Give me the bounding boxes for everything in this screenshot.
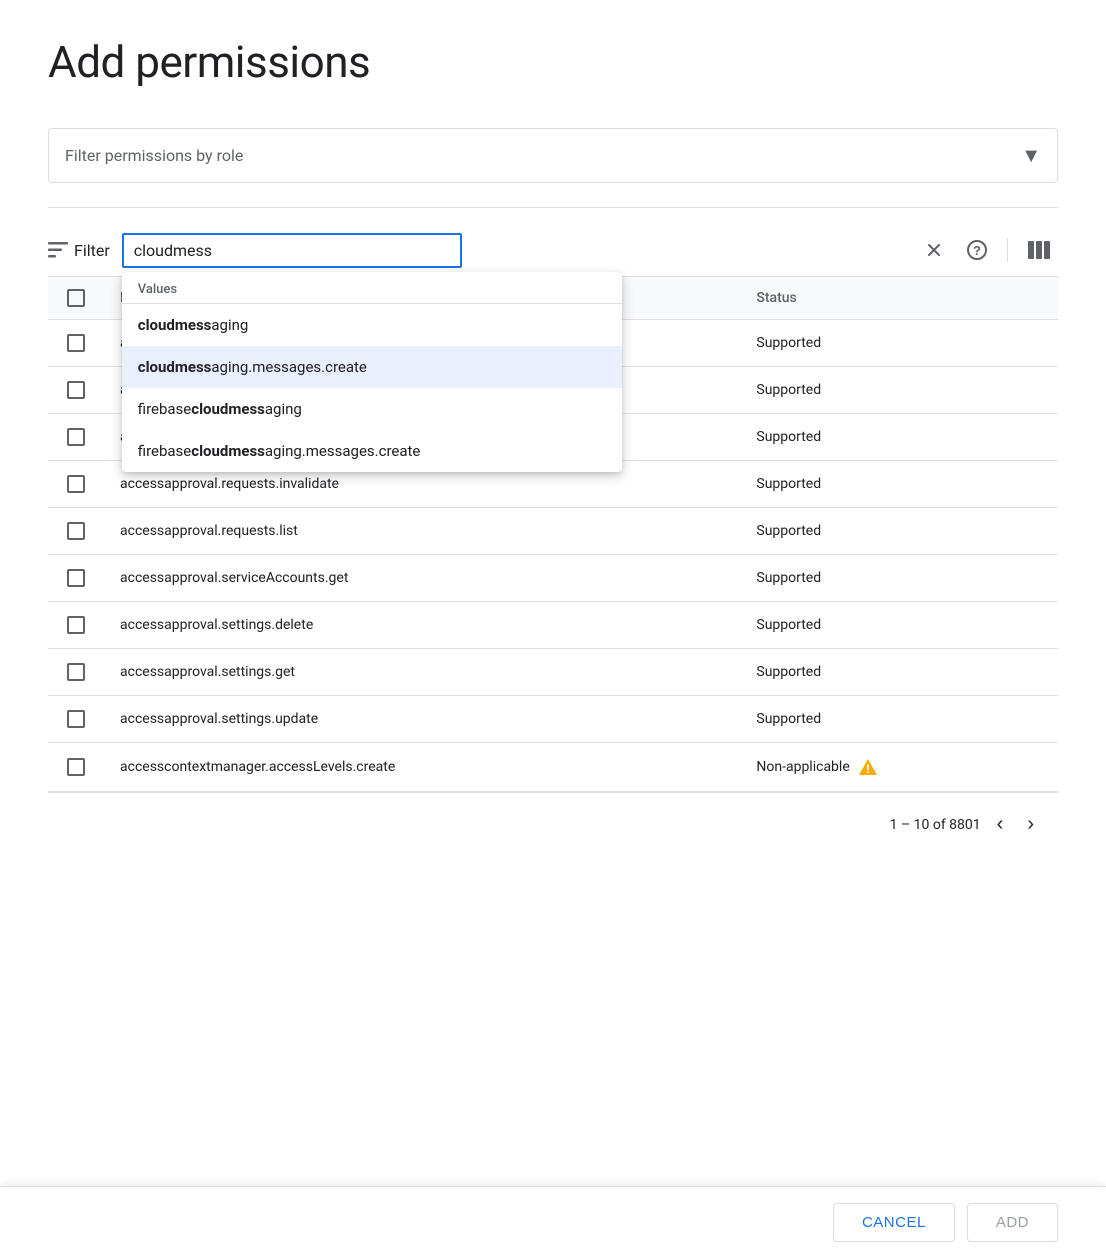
table-row: accessapproval.settings.updateSupported	[48, 696, 1058, 743]
td-status: Supported	[740, 414, 1058, 461]
row-checkbox-0[interactable]	[67, 334, 85, 352]
th-status: Status	[740, 277, 1058, 320]
filter-icon	[48, 242, 68, 258]
td-permission: accessapproval.serviceAccounts.get	[104, 555, 740, 602]
td-status: Supported	[740, 696, 1058, 743]
pagination-prev-button[interactable]: ‹	[989, 809, 1012, 840]
td-status: Supported	[740, 649, 1058, 696]
filter-role-dropdown[interactable]: Filter permissions by role ▼	[48, 128, 1058, 183]
highlight-text: cloudmess	[191, 442, 265, 460]
td-checkbox	[48, 743, 104, 792]
td-status: Supported	[740, 508, 1058, 555]
autocomplete-item-firebasecloudmessaging[interactable]: firebasecloudmessaging	[122, 388, 622, 430]
highlight-text: cloudmess	[191, 400, 265, 418]
warning-icon: !	[858, 757, 878, 777]
td-status: Supported	[740, 555, 1058, 602]
row-checkbox-4[interactable]	[67, 522, 85, 540]
highlight-text: cloudmess	[138, 316, 212, 334]
autocomplete-item-cloudmessaging[interactable]: cloudmessaging	[122, 304, 622, 346]
pagination-range: 1 – 10 of 8801	[890, 817, 981, 833]
help-button[interactable]: ?	[959, 232, 995, 268]
row-checkbox-3[interactable]	[67, 475, 85, 493]
table-row: accessapproval.serviceAccounts.getSuppor…	[48, 555, 1058, 602]
highlight-text: cloudmess	[138, 358, 212, 376]
td-status: Supported	[740, 367, 1058, 414]
row-checkbox-7[interactable]	[67, 663, 85, 681]
row-checkbox-6[interactable]	[67, 616, 85, 634]
filter-role-placeholder: Filter permissions by role	[65, 146, 243, 165]
td-status: Supported	[740, 602, 1058, 649]
table-row: accessapproval.requests.listSupported	[48, 508, 1058, 555]
td-checkbox	[48, 696, 104, 743]
td-checkbox	[48, 414, 104, 461]
clear-filter-button[interactable]	[917, 233, 951, 267]
autocomplete-item-cloudmessaging-messages-create[interactable]: cloudmessaging.messages.create	[122, 346, 622, 388]
page-container: Add permissions Filter permissions by ro…	[0, 0, 1106, 1258]
status-non-applicable: Non-applicable !	[756, 757, 1042, 777]
table-row: accessapproval.settings.getSupported	[48, 649, 1058, 696]
row-checkbox-9[interactable]	[67, 758, 85, 776]
divider	[48, 207, 1058, 208]
svg-text:?: ?	[973, 243, 981, 258]
bottom-bar: CANCEL ADD	[0, 1186, 1106, 1258]
row-checkbox-5[interactable]	[67, 569, 85, 587]
row-checkbox-2[interactable]	[67, 428, 85, 446]
td-status: Supported	[740, 461, 1058, 508]
filter-input-wrapper: Values cloudmessaging cloudmessaging.mes…	[122, 233, 905, 268]
pagination: 1 – 10 of 8801 ‹ ›	[48, 792, 1058, 856]
th-checkbox	[48, 277, 104, 320]
filter-icon-area: Filter	[48, 241, 110, 260]
table-row: accesscontextmanager.accessLevels.create…	[48, 743, 1058, 792]
td-permission: accesscontextmanager.accessLevels.create	[104, 743, 740, 792]
td-permission: accessapproval.settings.update	[104, 696, 740, 743]
td-checkbox	[48, 508, 104, 555]
filter-label: Filter	[74, 241, 110, 260]
select-all-checkbox[interactable]	[67, 289, 85, 307]
columns-button[interactable]	[1020, 233, 1058, 267]
filter-input[interactable]	[122, 233, 462, 268]
td-checkbox	[48, 555, 104, 602]
svg-text:!: !	[866, 762, 869, 776]
td-status: Non-applicable !	[740, 743, 1058, 792]
td-checkbox	[48, 602, 104, 649]
td-checkbox	[48, 320, 104, 367]
autocomplete-dropdown: Values cloudmessaging cloudmessaging.mes…	[122, 272, 622, 472]
action-divider	[1007, 238, 1008, 262]
filter-bar: Filter Values cloudmessaging cloudmessag…	[48, 224, 1058, 276]
autocomplete-item-firebasecloudmessaging-messages-create[interactable]: firebasecloudmessaging.messages.create	[122, 430, 622, 472]
dropdown-arrow-icon: ▼	[1021, 143, 1041, 168]
filter-actions: ?	[917, 232, 1058, 268]
row-checkbox-1[interactable]	[67, 381, 85, 399]
add-button: ADD	[967, 1203, 1058, 1242]
table-row: accessapproval.settings.deleteSupported	[48, 602, 1058, 649]
pagination-next-button[interactable]: ›	[1019, 809, 1042, 840]
dropdown-header: Values	[122, 272, 622, 304]
close-icon	[925, 241, 943, 259]
td-permission: accessapproval.settings.get	[104, 649, 740, 696]
help-icon: ?	[967, 240, 987, 260]
td-permission: accessapproval.settings.delete	[104, 602, 740, 649]
td-permission: accessapproval.requests.list	[104, 508, 740, 555]
page-title: Add permissions	[48, 36, 1058, 88]
td-checkbox	[48, 367, 104, 414]
cancel-button[interactable]: CANCEL	[833, 1203, 955, 1242]
td-checkbox	[48, 649, 104, 696]
td-checkbox	[48, 461, 104, 508]
row-checkbox-8[interactable]	[67, 710, 85, 728]
columns-icon	[1028, 241, 1050, 259]
td-status: Supported	[740, 320, 1058, 367]
